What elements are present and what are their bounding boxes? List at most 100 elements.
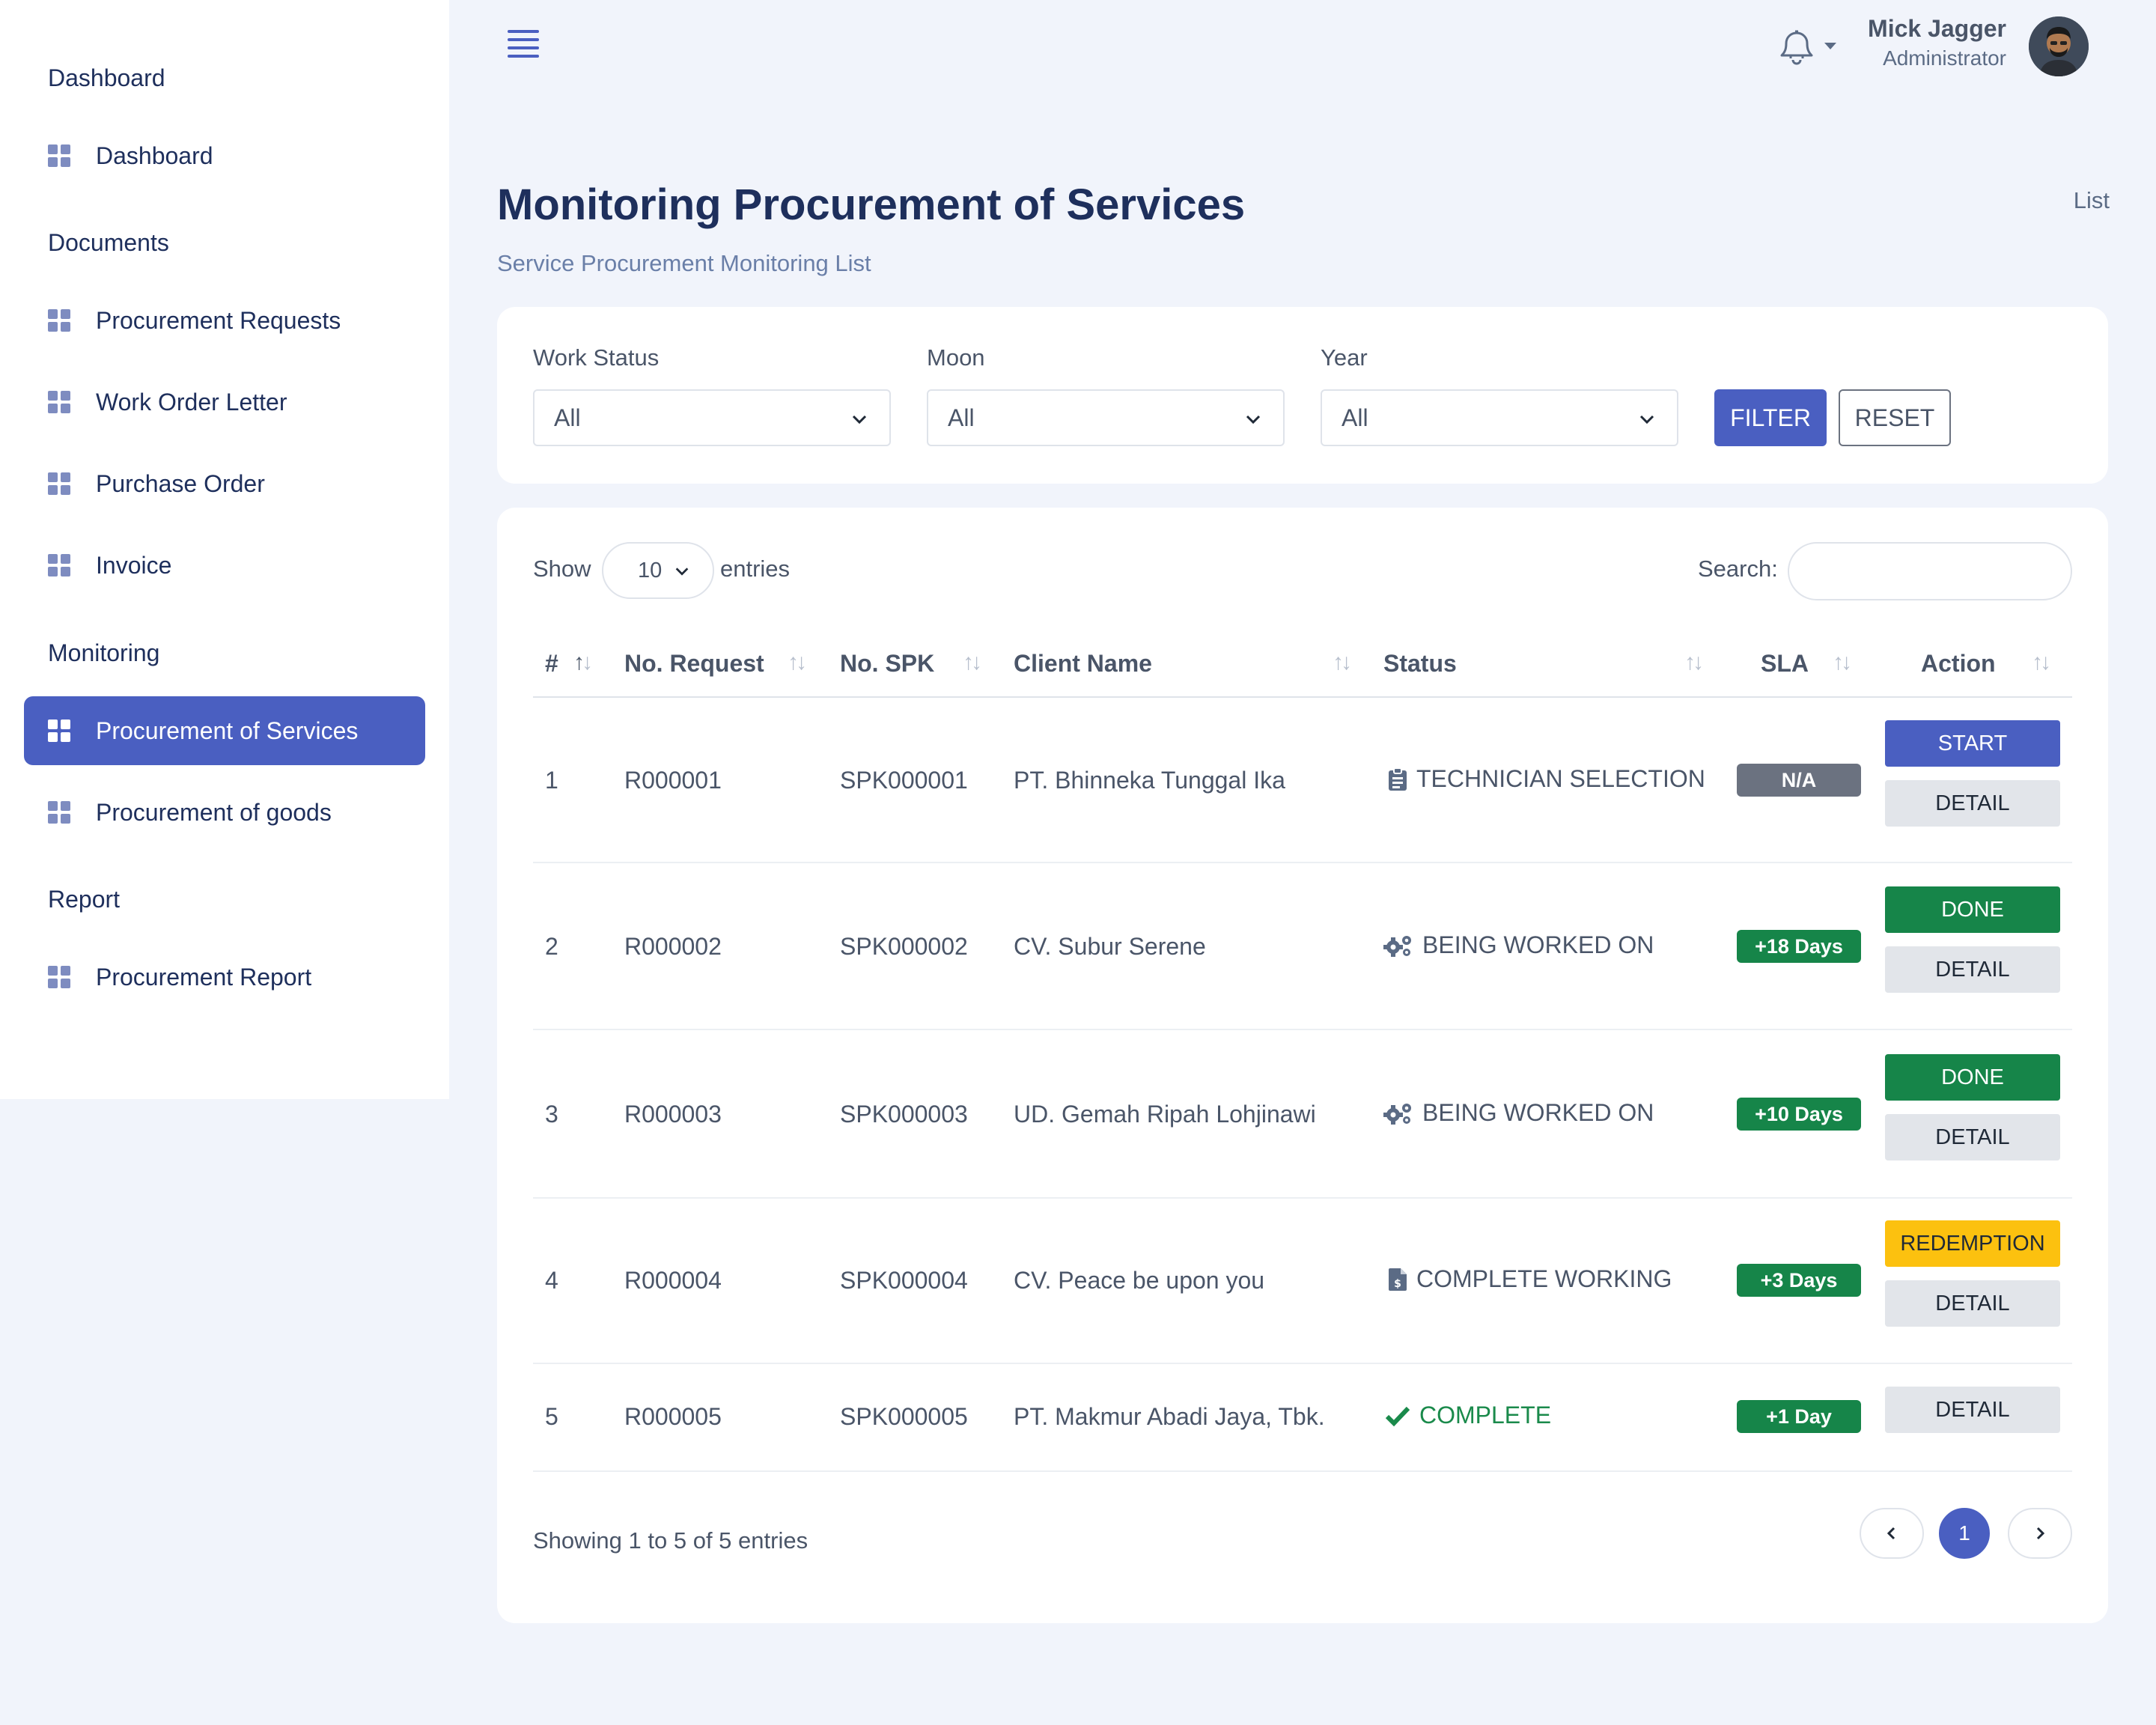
client-name: PT. Bhinneka Tunggal Ika xyxy=(1014,767,1285,794)
previous-page-button[interactable] xyxy=(1860,1508,1924,1559)
status-cell: TECHNICIAN SELECTION xyxy=(1388,765,1705,793)
sidebar-item-label: Purchase Order xyxy=(96,469,265,497)
menu-toggle-icon[interactable] xyxy=(508,30,539,60)
row-number: 1 xyxy=(545,767,558,794)
grid-icon xyxy=(48,391,70,413)
redemption-button[interactable]: REDEMPTION xyxy=(1885,1220,2060,1267)
sidebar-item-procurement-report[interactable]: Procurement Report xyxy=(24,943,425,1011)
sla-badge: +1 Day xyxy=(1737,1400,1861,1433)
user-role: Administrator xyxy=(1883,46,2006,70)
request-number: R000003 xyxy=(624,1101,722,1128)
sidebar-item-procurement-of-goods[interactable]: Procurement of goods xyxy=(24,778,425,847)
done-button[interactable]: DONE xyxy=(1885,886,2060,933)
column-header-sla[interactable]: SLA xyxy=(1761,650,1809,678)
column-header-status[interactable]: Status xyxy=(1383,650,1457,678)
grid-icon xyxy=(48,472,70,495)
done-button[interactable]: DONE xyxy=(1885,1054,2060,1101)
status-label: BEING WORKED ON xyxy=(1422,1099,1654,1126)
sort-icon[interactable]: ↑↓ xyxy=(573,650,593,675)
row-divider xyxy=(533,1029,2072,1030)
user-name: Mick Jagger xyxy=(1868,15,2006,42)
sidebar-item-invoice[interactable]: Invoice xyxy=(24,531,425,600)
sidebar-item-label: Procurement Report xyxy=(96,963,312,991)
sort-icon[interactable]: ↑↓ xyxy=(1333,650,1352,675)
spk-number: SPK000003 xyxy=(840,1101,968,1128)
entries-label: entries xyxy=(720,556,791,582)
reset-button[interactable]: RESET xyxy=(1839,389,1951,446)
detail-button[interactable]: DETAIL xyxy=(1885,946,2060,993)
column-header-client-name[interactable]: Client Name xyxy=(1014,650,1152,678)
column-header-no-spk[interactable]: No. SPK xyxy=(840,650,934,678)
column-header-no-request[interactable]: No. Request xyxy=(624,650,764,678)
grid-icon xyxy=(48,554,70,576)
work-status-select[interactable]: All xyxy=(533,389,891,446)
sla-badge: +18 Days xyxy=(1737,930,1861,963)
sidebar-item-label: Work Order Letter xyxy=(96,388,287,416)
work-status-value: All xyxy=(554,404,581,431)
gears-icon xyxy=(1383,935,1411,957)
sidebar-item-procurement-requests[interactable]: Procurement Requests xyxy=(24,286,425,355)
start-button[interactable]: START xyxy=(1885,720,2060,767)
grid-icon xyxy=(48,144,70,167)
sidebar-section-dashboard: Dashboard xyxy=(48,64,165,91)
client-name: PT. Makmur Abadi Jaya, Tbk. xyxy=(1014,1403,1325,1430)
row-divider xyxy=(533,862,2072,863)
breadcrumb: List xyxy=(2073,187,2110,213)
row-divider xyxy=(533,1363,2072,1364)
detail-button[interactable]: DETAIL xyxy=(1885,1280,2060,1327)
sla-badge: +3 Days xyxy=(1737,1264,1861,1297)
sidebar-item-dashboard[interactable]: Dashboard xyxy=(24,121,425,190)
entries-per-page-select[interactable]: 10 xyxy=(602,542,714,599)
sort-icon[interactable]: ↑↓ xyxy=(2032,650,2051,675)
sla-badge: +10 Days xyxy=(1737,1098,1861,1131)
spk-number: SPK000005 xyxy=(840,1403,968,1430)
grid-icon xyxy=(48,966,70,988)
request-number: R000002 xyxy=(624,933,722,960)
moon-select[interactable]: All xyxy=(927,389,1285,446)
detail-button[interactable]: DETAIL xyxy=(1885,1387,2060,1433)
status-label: TECHNICIAN SELECTION xyxy=(1416,765,1705,792)
sort-icon[interactable]: ↑↓ xyxy=(963,650,982,675)
row-number: 5 xyxy=(545,1403,558,1430)
request-number: R000001 xyxy=(624,767,722,794)
status-label: COMPLETE xyxy=(1419,1402,1552,1429)
caret-down-icon[interactable] xyxy=(1824,42,1837,51)
moon-value: All xyxy=(948,404,975,431)
table-card: Show 10 entries Search: # ↑↓ No. Request… xyxy=(497,508,2108,1623)
detail-button[interactable]: DETAIL xyxy=(1885,780,2060,827)
page-subtitle: Service Procurement Monitoring List xyxy=(497,250,871,276)
column-header-action[interactable]: Action xyxy=(1921,650,1996,678)
chevron-down-icon xyxy=(1639,415,1654,425)
sidebar-item-procurement-of-services[interactable]: Procurement of Services xyxy=(24,696,425,765)
sidebar-item-work-order-letter[interactable]: Work Order Letter xyxy=(24,368,425,436)
sort-icon[interactable]: ↑↓ xyxy=(788,650,807,675)
detail-button[interactable]: DETAIL xyxy=(1885,1114,2060,1160)
filter-button[interactable]: FILTER xyxy=(1714,389,1827,446)
sla-badge: N/A xyxy=(1737,764,1861,797)
chevron-left-icon xyxy=(1886,1527,1895,1540)
search-input[interactable] xyxy=(1788,542,2072,600)
notification-bell-icon[interactable] xyxy=(1774,25,1819,67)
next-page-button[interactable] xyxy=(2008,1508,2072,1559)
status-cell: $ COMPLETE WORKING xyxy=(1388,1265,1672,1293)
sort-icon[interactable]: ↑↓ xyxy=(1684,650,1704,675)
check-icon xyxy=(1385,1406,1410,1426)
chevron-down-icon xyxy=(1246,415,1261,425)
status-cell: BEING WORKED ON xyxy=(1383,1099,1654,1127)
spk-number: SPK000001 xyxy=(840,767,968,794)
year-select[interactable]: All xyxy=(1321,389,1678,446)
avatar[interactable] xyxy=(2029,16,2089,76)
sort-icon[interactable]: ↑↓ xyxy=(1833,650,1852,675)
column-header-number[interactable]: # xyxy=(545,650,558,678)
sidebar-item-label: Invoice xyxy=(96,551,172,579)
show-label: Show xyxy=(533,556,591,582)
year-value: All xyxy=(1342,404,1368,431)
filter-card: Work Status All Moon All Year All FILTER… xyxy=(497,307,2108,484)
chevron-right-icon xyxy=(2036,1527,2045,1540)
page-number-button[interactable]: 1 xyxy=(1939,1508,1990,1559)
sidebar-section-report: Report xyxy=(48,886,121,913)
sidebar-item-purchase-order[interactable]: Purchase Order xyxy=(24,449,425,518)
grid-icon xyxy=(48,801,70,824)
row-number: 3 xyxy=(545,1101,558,1128)
client-name: UD. Gemah Ripah Lohjinawi xyxy=(1014,1101,1316,1128)
